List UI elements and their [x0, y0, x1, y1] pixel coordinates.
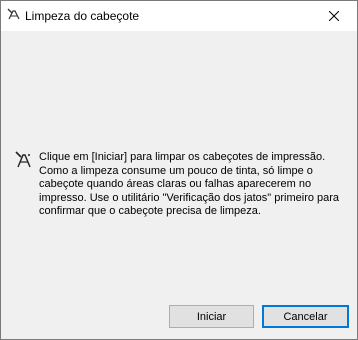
head-cleaning-dialog: Limpeza do cabeçote Clique em [Iniciar] …: [0, 0, 358, 340]
window-title: Limpeza do cabeçote: [25, 9, 140, 23]
dialog-message: Clique em [Iniciar] para limpar os cabeç…: [39, 151, 340, 217]
start-button[interactable]: Iniciar: [169, 305, 254, 328]
head-cleaning-icon: [15, 151, 33, 169]
close-button[interactable]: [311, 1, 357, 31]
close-icon: [328, 8, 340, 24]
title-bar[interactable]: Limpeza do cabeçote: [1, 1, 357, 31]
cancel-button[interactable]: Cancelar: [262, 305, 349, 328]
printer-head-cleaning-icon: [7, 8, 21, 22]
